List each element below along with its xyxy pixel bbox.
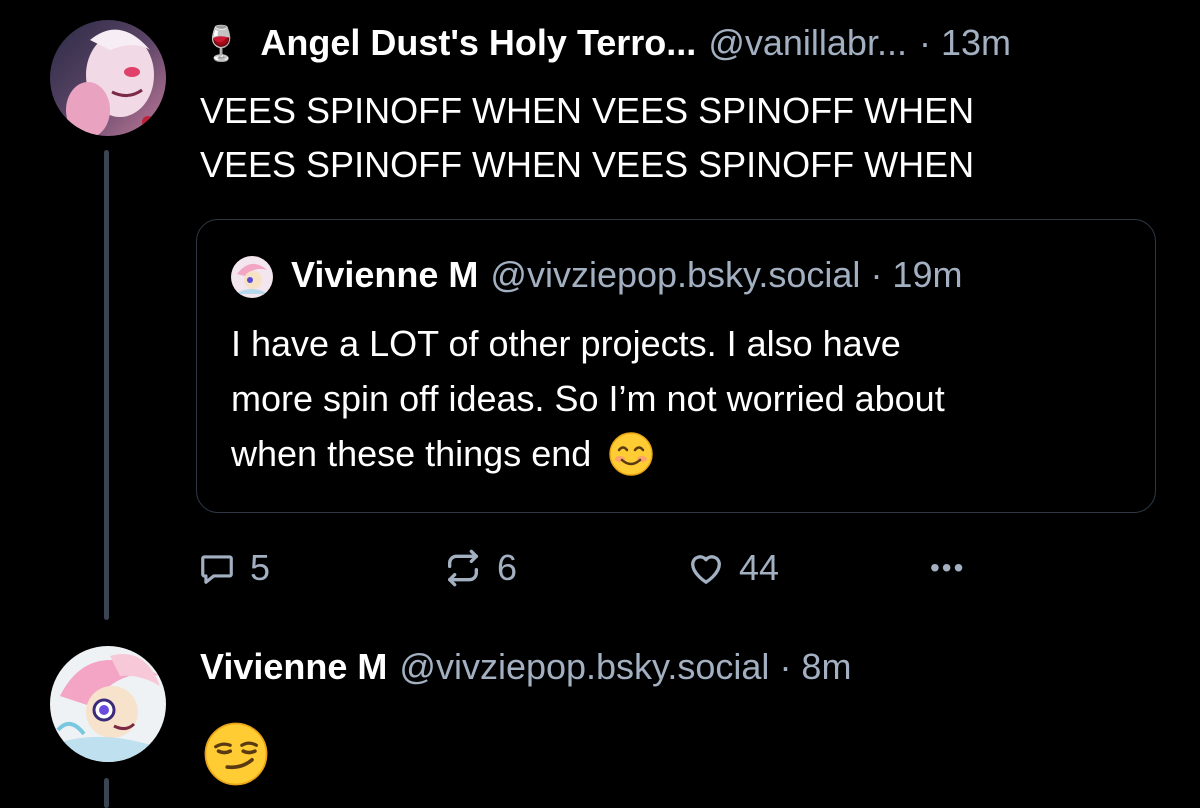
thread-line	[104, 150, 109, 620]
post1-text-line: VEES SPINOFF WHEN VEES SPINOFF WHEN	[200, 144, 975, 185]
quote-text-line: when these things end	[231, 426, 945, 481]
smiling-face-emoji	[609, 431, 654, 476]
quote-text-line: more spin off ideas. So I’m not worried …	[231, 378, 945, 419]
post2-handle[interactable]: @vivziepop.bsky.social	[399, 646, 769, 688]
wine-glass-icon: 🍷	[200, 25, 243, 63]
repost-count: 6	[497, 547, 518, 588]
reply-count: 5	[250, 547, 271, 588]
heart-icon	[691, 555, 721, 584]
reply-icon	[201, 555, 233, 584]
quoted-post-card[interactable]: Vivienne M @vivziepop.bsky.social · 19m …	[196, 219, 1156, 513]
quote-text-line-end: when these things end	[231, 433, 592, 474]
quote-display-name[interactable]: Vivienne M	[291, 254, 478, 296]
like-button[interactable]: 44	[685, 546, 779, 590]
like-count: 44	[739, 547, 780, 588]
avatar-vivienne[interactable]	[50, 646, 166, 762]
post1-text-line: VEES SPINOFF WHEN VEES SPINOFF WHEN	[200, 90, 975, 131]
quote-timestamp[interactable]: · 19m	[870, 254, 962, 296]
post1-display-name[interactable]: Angel Dust's Holy Terro...	[260, 22, 696, 64]
post1-text: VEES SPINOFF WHEN VEES SPINOFF WHEN VEES…	[200, 84, 974, 192]
reply-button[interactable]: 5	[198, 546, 270, 590]
avatar-angel-dust[interactable]	[50, 20, 166, 136]
smirking-face-emoji	[204, 722, 268, 786]
repost-icon	[448, 549, 478, 587]
post1-timestamp[interactable]: · 13m	[919, 22, 1011, 64]
quote-avatar-vivienne	[231, 256, 273, 298]
post2-display-name[interactable]: Vivienne M	[200, 646, 387, 688]
post1-header: 🍷 Angel Dust's Holy Terro... @vanillabr.…	[200, 22, 1011, 72]
repost-button[interactable]: 6	[443, 546, 517, 590]
quote-handle[interactable]: @vivziepop.bsky.social	[490, 254, 860, 296]
post2-timestamp[interactable]: · 8m	[779, 646, 851, 688]
thread-line-continue	[104, 778, 109, 808]
quote-text-line: I have a LOT of other projects. I also h…	[231, 323, 901, 364]
post1-handle[interactable]: @vanillabr...	[708, 22, 907, 64]
quote-text: I have a LOT of other projects. I also h…	[231, 316, 945, 481]
post2-header: Vivienne M @vivziepop.bsky.social · 8m	[200, 646, 851, 696]
more-options-button[interactable]: •••	[930, 546, 965, 590]
quote-header: Vivienne M @vivziepop.bsky.social · 19m	[291, 254, 962, 296]
more-options-icon: •••	[930, 552, 966, 583]
